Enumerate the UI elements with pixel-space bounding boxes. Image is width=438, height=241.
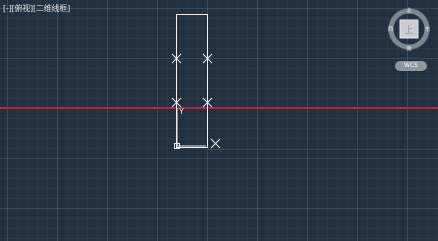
ucs-y-label: Y xyxy=(178,107,184,116)
cross-marker[interactable] xyxy=(210,138,221,149)
ucs-icon: Y xyxy=(174,107,206,149)
compass-south: 南 xyxy=(406,45,412,53)
wcs-button[interactable]: WCS xyxy=(395,61,427,71)
rectangle-entity[interactable] xyxy=(176,14,208,148)
drawing-canvas[interactable]: Y xyxy=(0,0,438,241)
viewcube-face-label: 上 xyxy=(404,25,413,36)
drawing-viewport[interactable]: [-][俯视][二维线框] Y 上 北 南 西 东 WCS xyxy=(0,0,438,241)
compass-west: 西 xyxy=(388,26,394,33)
compass-north: 北 xyxy=(406,7,412,15)
compass-east: 东 xyxy=(425,25,431,33)
viewcube-compass[interactable]: 上 北 南 西 东 xyxy=(386,6,432,53)
